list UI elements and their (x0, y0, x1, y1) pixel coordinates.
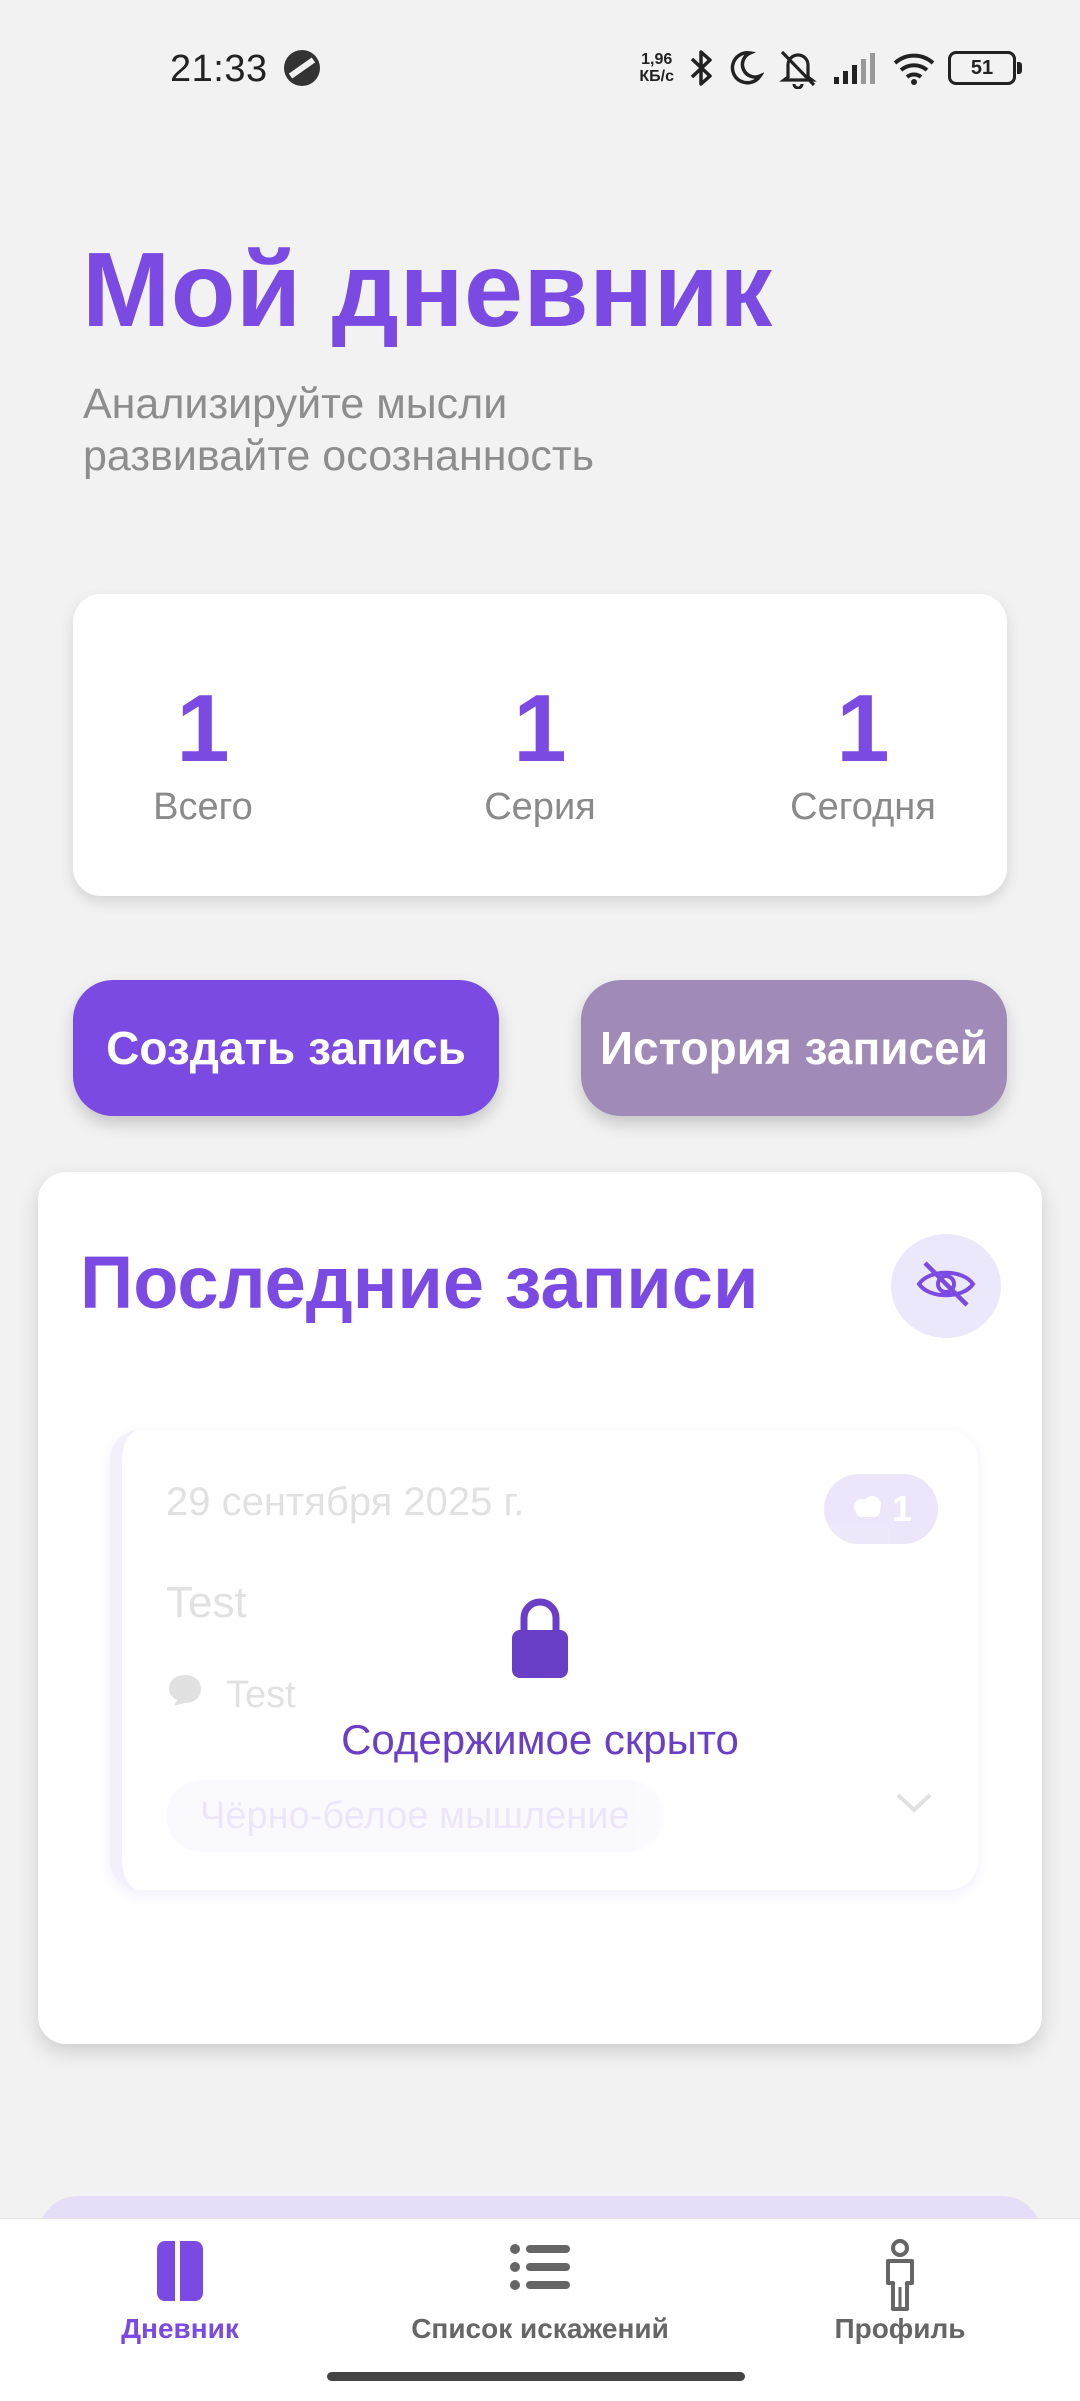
entry-badge-count: 1 (891, 1488, 913, 1529)
nav-distortions-label: Список искажений (411, 2313, 669, 2344)
stat-total-label: Всего (153, 786, 253, 828)
chat-bubble-icon (166, 1672, 204, 1718)
stat-today-label: Сегодня (790, 786, 936, 828)
notification-icon (284, 50, 320, 86)
entry-thought-text: Test (226, 1673, 296, 1716)
recent-entries-title: Последние записи (80, 1241, 759, 1324)
entry-thought: Test (166, 1672, 296, 1718)
page-title: Мой дневник (82, 231, 773, 349)
status-icons: 1,96 КБ/с 51 (639, 44, 1022, 92)
moon-icon (728, 48, 764, 88)
chevron-down-icon (894, 1790, 934, 1821)
recent-entries-card: Последние записи 29 сентября 2025 г. 1 T… (38, 1172, 1042, 2044)
network-speed: 1,96 КБ/с (639, 51, 674, 85)
nav-item-profile[interactable]: Профиль (790, 2219, 1010, 2401)
stat-streak-value: 1 (513, 675, 567, 782)
subtitle-line-1: Анализируйте мысли (83, 380, 508, 428)
stats-card: 1 Всего 1 Серия 1 Сегодня (73, 594, 1007, 896)
list-icon (508, 2239, 572, 2300)
create-entry-button[interactable]: Создать запись (73, 980, 499, 1116)
stat-streak-label: Серия (484, 786, 596, 828)
book-icon (153, 2239, 207, 2308)
signal-icon (832, 51, 880, 85)
entry-date: 29 сентября 2025 г. (166, 1480, 525, 1524)
page-subtitle: Анализируйте мысли развивайте осознаннос… (83, 378, 783, 482)
bluetooth-icon (686, 48, 716, 88)
lock-icon (508, 1596, 572, 1685)
nav-diary-label: Дневник (121, 2313, 239, 2344)
mute-icon (776, 47, 820, 89)
cloud-icon (850, 1488, 884, 1530)
network-speed-value: 1,96 (641, 51, 673, 68)
stat-today-value: 1 (836, 675, 890, 782)
wifi-icon (892, 51, 936, 85)
entry-history-button[interactable]: История записей (581, 980, 1007, 1116)
home-indicator[interactable] (327, 2372, 745, 2381)
subtitle-line-2: развивайте осознанность (83, 432, 595, 480)
nav-item-diary[interactable]: Дневник (60, 2219, 300, 2401)
status-time: 21:33 (170, 48, 268, 90)
eye-off-icon (915, 1259, 977, 1314)
stat-total-value: 1 (176, 675, 230, 782)
nav-profile-label: Профиль (834, 2313, 966, 2344)
content-hidden-label: Содержимое скрыто (341, 1716, 739, 1763)
status-bar: 21:33 1,96 КБ/с 51 (0, 0, 1080, 140)
person-icon (880, 2239, 920, 2316)
network-speed-unit: КБ/с (639, 68, 674, 85)
entry-title: Test (166, 1578, 247, 1627)
battery-icon: 51 (948, 51, 1022, 85)
toggle-visibility-button[interactable] (891, 1234, 1001, 1338)
entry-distortion-tag: Чёрно-белое мышление (166, 1780, 664, 1852)
entry-emotion-badge: 1 (824, 1474, 938, 1544)
